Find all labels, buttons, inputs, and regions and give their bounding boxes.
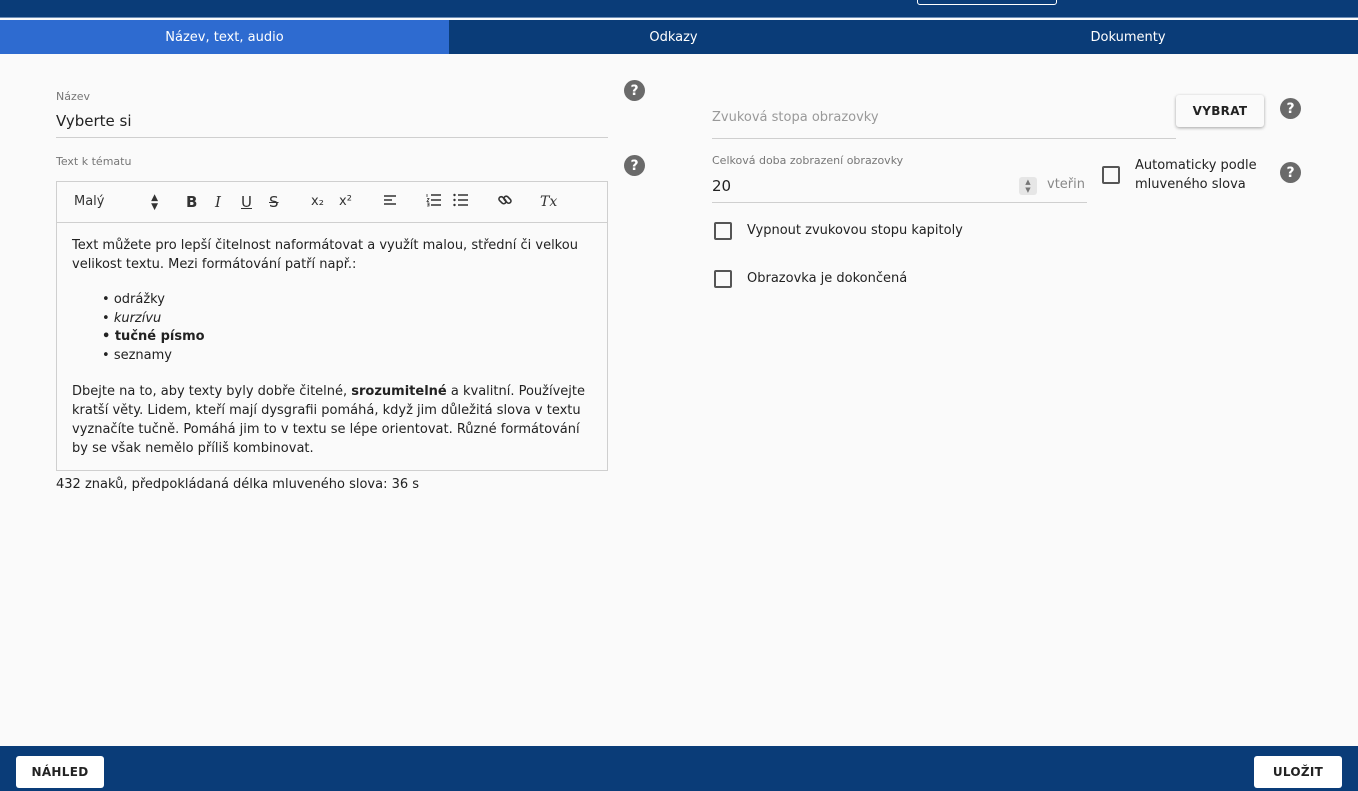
editor-bullet-list: odrážky kurzívu tučné písmo seznamy [102,291,592,365]
duration-stepper[interactable]: ▲ ▼ [1019,177,1037,195]
character-count: 432 znaků, předpokládaná délka mluveného… [56,477,420,492]
save-button[interactable]: ULOŽIT [1254,756,1342,788]
select-audio-button[interactable]: VYBRAT [1176,95,1264,127]
disable-audio-label: Vypnout zvukovou stopu kapitoly [747,223,963,238]
tab-name-text-audio[interactable]: Název, text, audio [0,20,449,54]
top-app-bar [0,0,1358,18]
auto-duration-label: Automaticky podle mluveného slova [1135,158,1257,192]
title-field-input[interactable]: Vyberte si [56,112,132,130]
screen-done-checkbox[interactable] [714,270,732,288]
bottom-action-bar [0,746,1358,791]
rich-text-editor[interactable]: Malý ▲ ▼ B I U S x₂ x² Tx Text můžete pro… [56,181,608,471]
editor-content[interactable]: Text můžete pro lepší čitelnost naformát… [57,223,607,458]
tab-links[interactable]: Odkazy [449,20,898,54]
duration-underline [712,202,1087,203]
audio-track-underline [712,138,1176,139]
bullet-list-icon[interactable] [453,192,469,212]
link-icon[interactable] [497,192,513,212]
ordered-list-icon[interactable] [426,192,442,212]
strikethrough-button[interactable]: S [269,192,279,212]
title-field-underline [56,137,608,138]
list-item: seznamy [102,347,592,366]
screen-done-label: Obrazovka je dokončená [747,271,908,286]
clear-format-button[interactable]: Tx [540,192,557,212]
tab-bar: Název, text, audio Odkazy Dokumenty [0,20,1358,54]
paragraph-2-bold: srozumitelné [351,384,447,399]
text-field-label: Text k tématu [56,155,132,168]
preview-button[interactable]: NÁHLED [16,756,104,788]
underline-button[interactable]: U [241,192,252,212]
audio-help-icon[interactable]: ? [1280,98,1301,119]
auto-duration-help-icon[interactable]: ? [1280,162,1301,183]
subscript-button[interactable]: x₂ [311,192,324,212]
clear-format-label: Tx [540,194,558,210]
title-field-label: Název [56,90,91,103]
duration-unit: vteřin [1047,177,1085,192]
italic-button[interactable]: I [215,192,221,212]
align-left-icon[interactable] [383,192,397,212]
list-item: kurzívu [102,310,592,329]
text-size-select[interactable]: Malý ▲ ▼ [74,192,158,212]
disable-audio-checkbox[interactable] [714,222,732,240]
select-arrows-icon: ▲ ▼ [151,193,158,212]
duration-input[interactable]: 20 [712,177,731,195]
duration-label: Celková doba zobrazení obrazovky [712,154,904,167]
list-item: tučné písmo [102,328,592,347]
text-help-icon[interactable]: ? [624,155,645,176]
bold-button[interactable]: B [186,192,197,212]
editor-paragraph-2: Dbejte na to, aby texty byly dobře čitel… [72,382,592,458]
list-item: odrážky [102,291,592,310]
paragraph-2-text-a: Dbejte na to, aby texty byly dobře čitel… [72,384,352,399]
text-size-value: Malý [74,194,105,209]
auto-duration-checkbox[interactable] [1102,166,1120,184]
editor-toolbar: Malý ▲ ▼ B I U S x₂ x² Tx [57,182,607,223]
tab-documents[interactable]: Dokumenty [898,20,1358,54]
editor-paragraph-1: Text můžete pro lepší čitelnost naformát… [72,238,578,272]
title-help-icon[interactable]: ? [624,80,645,101]
top-bar-button[interactable] [917,0,1057,5]
audio-track-input[interactable]: Zvuková stopa obrazovky [712,110,879,125]
superscript-button[interactable]: x² [339,192,352,212]
